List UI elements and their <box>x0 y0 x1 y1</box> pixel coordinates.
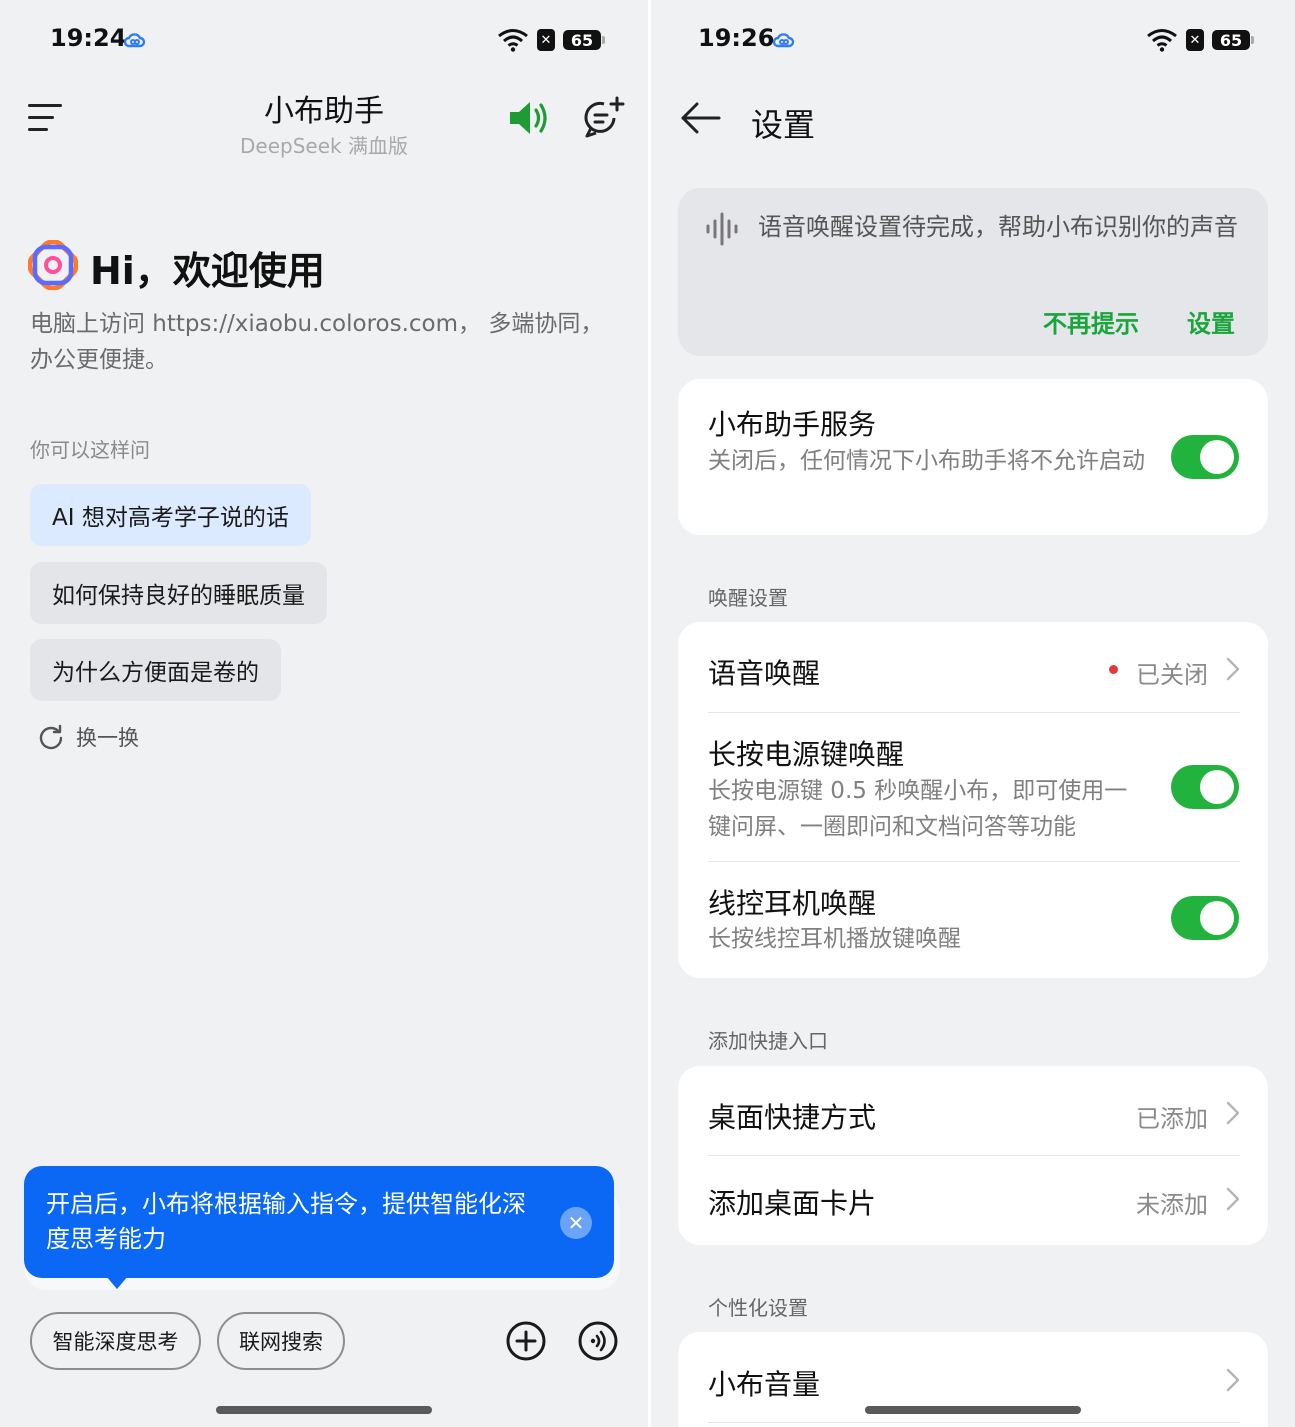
personal-section-label: 个性化设置 <box>708 1296 808 1320</box>
notice-text: 语音唤醒设置待完成，帮助小布识别你的声音 <box>758 213 1238 241</box>
voice-wave-icon <box>706 212 738 246</box>
volume-title: 小布音量 <box>708 1368 821 1401</box>
speaker-icon[interactable] <box>506 98 550 138</box>
row-divider <box>708 712 1240 713</box>
row-divider <box>708 861 1240 862</box>
suggestion-chip[interactable]: AI 想对高考学子说的话 <box>30 484 311 546</box>
wake-setup-notice: 语音唤醒设置待完成，帮助小布识别你的声音 不再提示 设置 <box>678 188 1268 356</box>
desktop-card-value: 未添加 <box>1136 1191 1208 1219</box>
suggestion-chip[interactable]: 为什么方便面是卷的 <box>30 639 281 701</box>
chevron-right-icon <box>1226 1187 1240 1211</box>
assistant-service-card: 小布助手服务 关闭后，任何情况下小布助手将不允许启动 <box>678 379 1268 535</box>
chat-home-screen: 19:24 ✕ 65 小布助手 DeepSeek 满血版 Hi，欢迎使用 电脑上… <box>0 0 648 1427</box>
power-wake-title: 长按电源键唤醒 <box>708 738 905 771</box>
chevron-right-icon <box>1226 1101 1240 1125</box>
greeting-heading: Hi，欢迎使用 <box>90 249 325 293</box>
headset-wake-toggle[interactable] <box>1171 896 1239 940</box>
voice-wake-title: 语音唤醒 <box>708 657 821 690</box>
refresh-suggestions-button[interactable]: 换一换 <box>38 722 139 752</box>
row-divider <box>708 1155 1240 1156</box>
chevron-right-icon <box>1226 1368 1240 1392</box>
refresh-icon <box>39 724 63 750</box>
app-subtitle: DeepSeek 满血版 <box>240 134 408 158</box>
status-bar: 19:26 ✕ 65 <box>651 22 1295 62</box>
power-wake-toggle[interactable] <box>1171 765 1239 809</box>
app-title: 小布助手 <box>264 94 384 129</box>
battery-icon: 65 <box>563 30 605 50</box>
voice-icon[interactable] <box>577 1320 619 1362</box>
xiaobu-logo-icon <box>28 240 78 290</box>
power-wake-desc: 长按电源键 0.5 秒唤醒小布，即可使用一键问屏、一圈即问和文档问答等功能 <box>708 778 1128 840</box>
shortcut-section-label: 添加快捷入口 <box>708 1029 828 1053</box>
wake-section-label: 唤醒设置 <box>708 586 788 610</box>
suggestion-chip[interactable]: 如何保持良好的睡眠质量 <box>30 562 327 624</box>
status-time: 19:26 <box>698 24 775 52</box>
voice-wake-value: 已关闭 <box>1136 661 1208 689</box>
deep-think-tooltip: 开启后，小布将根据输入指令，提供智能化深度思考能力 ✕ <box>24 1166 614 1278</box>
dismiss-notice-button[interactable]: 不再提示 <box>1043 304 1139 339</box>
status-dot <box>1109 665 1118 674</box>
cloud-sync-icon <box>124 33 146 48</box>
wake-settings-card: 语音唤醒 已关闭 长按电源键唤醒 长按电源键 0.5 秒唤醒小布，即可使用一键问… <box>678 622 1268 978</box>
close-icon[interactable]: ✕ <box>560 1207 592 1239</box>
home-indicator[interactable] <box>216 1406 432 1414</box>
service-desc: 关闭后，任何情况下小布助手将不允许启动 <box>708 448 1145 474</box>
intro-description: 电脑上访问 https://xiaobu.coloros.com， 多端协同，办… <box>30 311 604 373</box>
cloud-sync-icon <box>773 33 795 48</box>
service-toggle[interactable] <box>1171 435 1239 479</box>
back-arrow-icon[interactable] <box>679 100 723 136</box>
desktop-card-title: 添加桌面卡片 <box>708 1187 877 1220</box>
refresh-label: 换一换 <box>76 726 139 750</box>
web-search-button[interactable]: 联网搜索 <box>217 1312 345 1370</box>
settings-screen: 19:26 ✕ 65 设置 语音唤醒设置待完成，帮助小布识别你的声音 不再提示 … <box>651 0 1295 1427</box>
battery-icon: 65 <box>1212 30 1254 50</box>
tooltip-text: 开启后，小布将根据输入指令，提供智能化深度思考能力 <box>46 1190 526 1253</box>
desktop-shortcut-title: 桌面快捷方式 <box>708 1101 877 1134</box>
no-sim-icon: ✕ <box>537 29 555 51</box>
service-title: 小布助手服务 <box>708 408 877 441</box>
headset-wake-desc: 长按线控耳机播放键唤醒 <box>708 926 961 952</box>
deep-think-button[interactable]: 智能深度思考 <box>30 1312 201 1370</box>
home-indicator[interactable] <box>865 1406 1081 1414</box>
chevron-right-icon <box>1226 657 1240 681</box>
wifi-icon <box>498 29 528 52</box>
wifi-icon <box>1147 29 1177 52</box>
shortcut-card: 桌面快捷方式 已添加 添加桌面卡片 未添加 <box>678 1066 1268 1245</box>
no-sim-icon: ✕ <box>1186 29 1204 51</box>
desktop-shortcut-value: 已添加 <box>1136 1105 1208 1133</box>
headset-wake-title: 线控耳机唤醒 <box>708 887 877 920</box>
new-chat-icon[interactable] <box>582 96 626 140</box>
setup-wake-button[interactable]: 设置 <box>1187 304 1235 339</box>
status-time: 19:24 <box>50 24 127 52</box>
status-bar: 19:24 ✕ 65 <box>0 22 648 62</box>
plus-icon[interactable] <box>505 1320 547 1362</box>
row-divider <box>708 1422 1240 1423</box>
page-title: 设置 <box>751 106 816 144</box>
tooltip-pointer <box>106 1276 128 1289</box>
suggestions-label: 你可以这样问 <box>30 438 150 462</box>
